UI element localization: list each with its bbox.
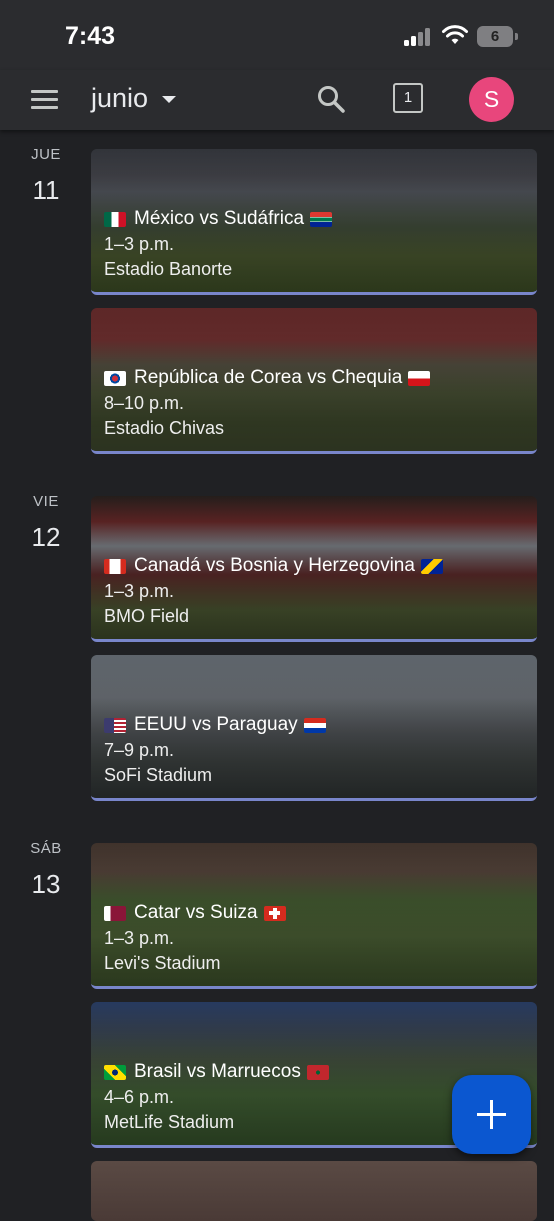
morocco-flag bbox=[306, 1064, 329, 1080]
event-card[interactable]: México vs Sudáfrica 1–3 p.m. Estadio Ban… bbox=[91, 149, 537, 295]
event-title: México vs Sudáfrica bbox=[134, 208, 305, 229]
korea-flag bbox=[104, 370, 126, 386]
cellular-signal-icon bbox=[404, 28, 434, 46]
event-card[interactable]: República de Corea vs Chequia 8–10 p.m. … bbox=[91, 308, 537, 454]
brazil-flag bbox=[104, 1064, 126, 1080]
mexico-flag bbox=[104, 211, 126, 227]
event-title: Canadá vs Bosnia y Herzegovina bbox=[134, 555, 415, 576]
event-title: República de Corea vs Chequia bbox=[134, 367, 403, 388]
day-of-week-label: SÁB bbox=[30, 840, 62, 857]
event-title: Brasil vs Marruecos bbox=[134, 1061, 301, 1082]
today-button[interactable]: 1 bbox=[393, 83, 423, 113]
day-number[interactable]: 12 bbox=[20, 522, 72, 553]
event-time: 1–3 p.m. bbox=[104, 581, 175, 601]
event-title: Catar vs Suiza bbox=[134, 902, 258, 923]
day-number[interactable]: 13 bbox=[20, 869, 72, 900]
event-time: 7–9 p.m. bbox=[104, 740, 175, 760]
event-time: 1–3 p.m. bbox=[104, 928, 175, 948]
month-selector[interactable]: junio bbox=[91, 83, 148, 114]
event-time: 8–10 p.m. bbox=[104, 393, 185, 413]
create-event-button[interactable] bbox=[452, 1075, 531, 1154]
wifi-icon bbox=[442, 25, 468, 44]
czechia-flag bbox=[408, 370, 431, 386]
canada-flag bbox=[104, 558, 126, 574]
battery-icon: 6 bbox=[477, 26, 518, 47]
status-bar: 7:43 6 bbox=[0, 0, 554, 70]
account-avatar[interactable]: S bbox=[469, 77, 514, 122]
event-card[interactable]: Canadá vs Bosnia y Herzegovina 1–3 p.m. … bbox=[91, 496, 537, 642]
bosnia-flag bbox=[420, 558, 443, 574]
south-africa-flag bbox=[310, 211, 333, 227]
search-icon[interactable] bbox=[316, 84, 346, 114]
switzerland-flag bbox=[263, 905, 286, 921]
event-location: BMO Field bbox=[104, 606, 190, 626]
event-title: EEUU vs Paraguay bbox=[134, 714, 298, 735]
paraguay-flag bbox=[303, 717, 326, 733]
menu-icon[interactable] bbox=[31, 87, 59, 111]
day-of-week-label: VIE bbox=[33, 493, 59, 510]
stadium-image bbox=[91, 1161, 537, 1221]
usa-flag bbox=[104, 717, 126, 733]
event-location: Levi's Stadium bbox=[104, 953, 221, 973]
qatar-flag bbox=[104, 905, 126, 921]
day-of-week-label: JUE bbox=[31, 146, 61, 163]
app-bar: junio 1 S bbox=[0, 70, 554, 130]
event-time: 1–3 p.m. bbox=[104, 234, 175, 254]
event-card[interactable]: EEUU vs Paraguay 7–9 p.m. SoFi Stadium bbox=[91, 655, 537, 801]
event-location: Estadio Banorte bbox=[104, 259, 233, 279]
day-number[interactable]: 11 bbox=[20, 175, 72, 206]
event-card[interactable]: Catar vs Suiza 1–3 p.m. Levi's Stadium bbox=[91, 843, 537, 989]
status-time: 7:43 bbox=[65, 22, 116, 50]
event-card[interactable] bbox=[91, 1161, 537, 1221]
event-location: SoFi Stadium bbox=[104, 765, 213, 785]
event-location: Estadio Chivas bbox=[104, 418, 225, 438]
chevron-down-icon[interactable] bbox=[162, 96, 176, 103]
